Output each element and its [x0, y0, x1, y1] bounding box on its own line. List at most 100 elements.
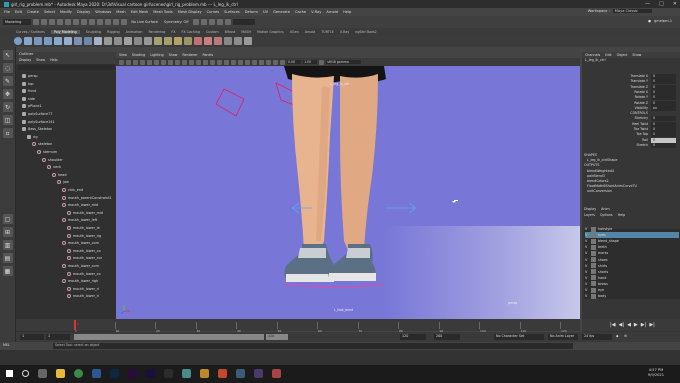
word-icon[interactable]: [92, 369, 101, 378]
snap-surface-icon[interactable]: [121, 19, 128, 25]
layer-color-swatch[interactable]: [591, 238, 596, 244]
outliner-row[interactable]: mouth_lower_corn: [62, 240, 99, 246]
minimize-button[interactable]: —: [645, 1, 650, 7]
output-node[interactable]: blendWeighted4: [584, 169, 614, 173]
shelf-tab-curves-surfaces[interactable]: Curves / Surfaces: [16, 30, 45, 34]
extrude-icon[interactable]: [154, 37, 162, 45]
sign-in-label[interactable]: gmelsen-1: [654, 19, 672, 23]
history-icon[interactable]: [192, 19, 199, 25]
field-chart-icon[interactable]: [175, 59, 180, 65]
outliner-row[interactable]: neck: [47, 164, 61, 170]
layer-visibility-toggle[interactable]: V: [585, 239, 589, 243]
attr-name[interactable]: Stretch: [590, 143, 650, 148]
range-end-field[interactable]: 120: [400, 334, 426, 340]
file-explorer-icon[interactable]: [56, 369, 65, 378]
xray-joints-icon[interactable]: [273, 59, 278, 65]
shelf-tab-bifrost[interactable]: Bifrost: [225, 30, 236, 34]
outliner-row[interactable]: mouth_lower_corn: [62, 263, 99, 269]
quad-draw-icon[interactable]: [214, 37, 222, 45]
xray-icon[interactable]: [266, 59, 271, 65]
select-object-icon[interactable]: [81, 19, 88, 25]
layer-row[interactable]: Vblend_shape: [585, 238, 679, 244]
outliner-row[interactable]: mouth_lower_righ: [62, 278, 98, 284]
cb-menu-show[interactable]: Show: [632, 53, 641, 57]
shelf-tab-rendering[interactable]: Rendering: [148, 30, 165, 34]
maya-taskbar-icon[interactable]: [182, 369, 191, 378]
attr-name[interactable]: CONTROLS: [590, 111, 650, 116]
output-node[interactable]: blendColors2: [584, 179, 609, 183]
attr-value-field[interactable]: 0: [651, 74, 676, 79]
ipr-icon[interactable]: [208, 19, 215, 25]
menu-v-ray[interactable]: V-Ray: [311, 10, 321, 14]
steam-icon[interactable]: [236, 369, 245, 378]
smooth-shade-icon[interactable]: [196, 59, 201, 65]
layer-row[interactable]: Veyes: [585, 232, 679, 239]
layer-visibility-toggle[interactable]: V: [585, 288, 589, 292]
single-view-icon[interactable]: ▢: [2, 214, 13, 224]
layer-row[interactable]: Vhairstyle: [585, 226, 679, 232]
lights-icon[interactable]: [217, 59, 222, 65]
attr-value-field[interactable]: 0: [651, 137, 676, 143]
outliner-row[interactable]: mouth_lower_left: [62, 217, 97, 223]
menu-display[interactable]: Display: [77, 10, 90, 14]
shelf-tab-poly-modeling[interactable]: Poly Modeling: [50, 29, 80, 34]
bevel-icon[interactable]: [174, 37, 182, 45]
layer-color-swatch[interactable]: [591, 281, 596, 287]
outliner-menu-help[interactable]: Help: [50, 58, 58, 64]
aa-icon[interactable]: [245, 59, 250, 65]
menu-help[interactable]: Help: [343, 10, 351, 14]
outliner-row[interactable]: mouth_lower_rig: [67, 233, 101, 239]
outliner-row[interactable]: persp: [22, 73, 38, 79]
mel-label[interactable]: MEL: [3, 343, 10, 347]
outliner-row[interactable]: polySurface77: [22, 111, 52, 117]
attr-value-field[interactable]: 0: [651, 121, 676, 127]
foot-bend-curve[interactable]: [283, 283, 385, 288]
layer-row[interactable]: Vhand: [585, 275, 679, 281]
layer-row[interactable]: Vshoes: [585, 257, 679, 263]
layer-visibility-toggle[interactable]: V: [585, 270, 589, 274]
maximize-button[interactable]: □: [659, 1, 664, 7]
attr-value-field[interactable]: on: [651, 105, 676, 111]
extra-app-icon[interactable]: [254, 369, 263, 378]
wireframe-on-shaded-icon[interactable]: [203, 59, 208, 65]
redo-icon[interactable]: [65, 19, 72, 25]
outliner-row[interactable]: mouth_lower_cor: [67, 255, 102, 261]
attr-value-field[interactable]: 0: [651, 89, 676, 95]
outliner-row[interactable]: rig: [27, 134, 38, 140]
layer-color-swatch[interactable]: [591, 293, 596, 299]
undo-icon[interactable]: [57, 19, 64, 25]
menu-curves[interactable]: Curves: [207, 10, 219, 14]
menu-modify[interactable]: Modify: [60, 10, 72, 14]
scale-tool-icon[interactable]: ◫: [2, 115, 13, 125]
shelf-tab-ngskintools2[interactable]: ngSkinTools2: [355, 30, 376, 34]
shelf-tab-fx[interactable]: FX: [171, 30, 175, 34]
character-set-dropdown[interactable]: No Character Set: [494, 334, 544, 340]
play-back-button[interactable]: ◀: [627, 322, 631, 328]
output-node[interactable]: pairBlend3: [584, 174, 605, 178]
gamma-field[interactable]: 1.00: [303, 60, 318, 64]
layer-row[interactable]: Vshorts: [585, 269, 679, 275]
menu-edit[interactable]: Edit: [15, 10, 22, 14]
menu-create[interactable]: Create: [27, 10, 39, 14]
attr-value-field[interactable]: 0: [651, 84, 676, 90]
step-forward-key-button[interactable]: ▶|: [641, 322, 647, 328]
snap-grid-icon[interactable]: [97, 19, 104, 25]
attr-value-field[interactable]: 0: [651, 127, 676, 132]
attr-name[interactable]: Rotate Z: [590, 101, 650, 106]
attr-name[interactable]: Toe Tap: [590, 132, 650, 137]
select-hierarchy-icon[interactable]: [73, 19, 80, 25]
select-tool-icon[interactable]: ↖: [2, 50, 13, 60]
layer-color-swatch[interactable]: [591, 232, 596, 238]
menu-arnold[interactable]: Arnold: [326, 10, 338, 14]
menu-set-dropdown[interactable]: Modeling: [3, 19, 32, 25]
bridge-icon[interactable]: [164, 37, 172, 45]
shelf-tab-fx-caching[interactable]: FX Caching: [181, 30, 200, 34]
attr-name[interactable]: Translate Y: [590, 79, 650, 84]
shelf-tab-xgen[interactable]: XGen: [290, 30, 299, 34]
resolution-gate-icon[interactable]: [161, 59, 166, 65]
menu-file[interactable]: File: [4, 10, 10, 14]
outliner-row[interactable]: shoulder: [42, 157, 63, 163]
uv-editor-icon[interactable]: [234, 37, 242, 45]
lasso-tool-icon[interactable]: ◌: [2, 63, 13, 73]
persp-graph-icon[interactable]: ▤: [2, 253, 13, 263]
